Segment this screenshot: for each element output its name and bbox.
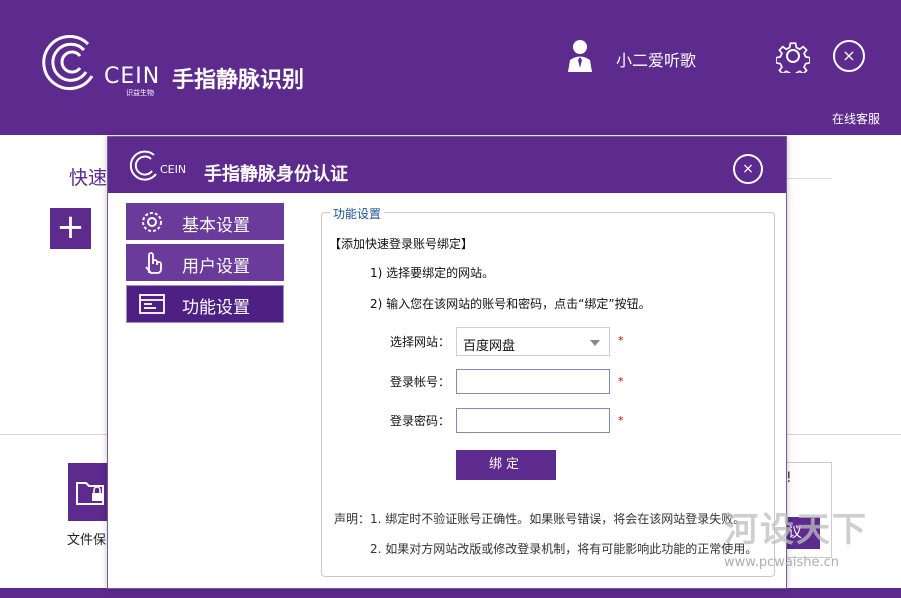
app-title: 手指静脉识别 [172,68,305,93]
app-brand-sub: 识益生物 [126,89,154,97]
function-settings-panel: 功能设置 【添加快速登录账号绑定】 1) 选择要绑定的网站。 2) 输入您在该网… [321,205,775,577]
dialog-title: 手指静脉身份认证 [204,164,348,185]
account-label: 登录帐号： [390,375,451,389]
site-select[interactable]: 百度网盘 [456,327,610,356]
quick-login-label: 快速 [69,167,108,189]
required-mark: * [618,375,624,388]
watermark-text: 河设天下 [724,510,868,550]
file-protect-label: 文件保 [67,533,107,548]
required-mark: * [618,414,624,427]
identity-auth-dialog: CEIN 手指静脉身份认证 × 基本设置 用户设置 功能设置 功能设置 【添加快… [107,136,787,589]
required-mark: * [618,334,624,347]
online-service-link[interactable]: 在线客服 [832,110,880,127]
disclaimer-note-1: 声明：1. 绑定时不验证账号正确性。如果账号错误，将会在该网站登录失败。 [334,512,746,526]
disclaimer-note-2: 2. 如果对方网站改版或修改登录机制，将有可能影响此功能的正常使用。 [370,542,758,556]
bottom-bar [0,588,901,598]
watermark-url: www.pcwaishe.cn [724,555,839,570]
app-header: CEIN 识益生物 手指静脉识别 小二爱听歌 × 在线客服 [0,0,901,135]
file-protect-icon[interactable] [68,463,110,521]
chevron-down-icon [590,340,600,346]
nav-item-function-settings[interactable]: 功能设置 [126,285,284,323]
password-label: 登录密码： [390,414,451,428]
site-select-value: 百度网盘 [463,339,516,354]
dialog-brand: CEIN [160,163,187,176]
bind-button[interactable]: 绑定 [456,450,556,480]
nav-item-user-settings[interactable]: 用户设置 [126,244,284,281]
dialog-header[interactable]: CEIN 手指静脉身份认证 × [108,137,786,193]
watermark: 河设天下 www.pcwaishe.cn [708,500,888,580]
dialog-close-icon[interactable]: × [733,154,763,184]
password-input[interactable] [456,408,610,433]
add-quick-login-button[interactable]: + [50,208,91,249]
instruction-step-2: 2) 输入您在该网站的账号和密码，点击“绑定”按钮。 [370,297,651,311]
nav-label: 功能设置 [182,298,250,318]
background-divider [786,178,832,179]
app-close-icon[interactable]: × [833,40,865,72]
app-brand: CEIN [104,64,161,89]
dialog-logo-icon [129,150,157,181]
nav-label: 基本设置 [182,216,250,236]
window-icon [139,294,165,314]
panel-heading: 【添加快速登录账号绑定】 [329,237,474,251]
settings-side-nav: 基本设置 用户设置 功能设置 [126,203,284,327]
nav-label: 用户设置 [182,257,250,277]
account-input[interactable] [456,369,610,394]
hand-icon [145,252,162,274]
panel-legend: 功能设置 [330,205,385,222]
gear-icon [142,212,162,232]
cein-logo-icon [42,35,94,90]
site-label: 选择网站： [390,335,451,349]
settings-gear-icon[interactable] [776,39,810,73]
user-name[interactable]: 小二爱听歌 [616,47,696,71]
instruction-step-1: 1) 选择要绑定的网站。 [370,266,495,280]
nav-item-basic-settings[interactable]: 基本设置 [126,203,284,240]
user-avatar-icon [568,40,592,72]
folder-lock-icon [76,482,104,505]
